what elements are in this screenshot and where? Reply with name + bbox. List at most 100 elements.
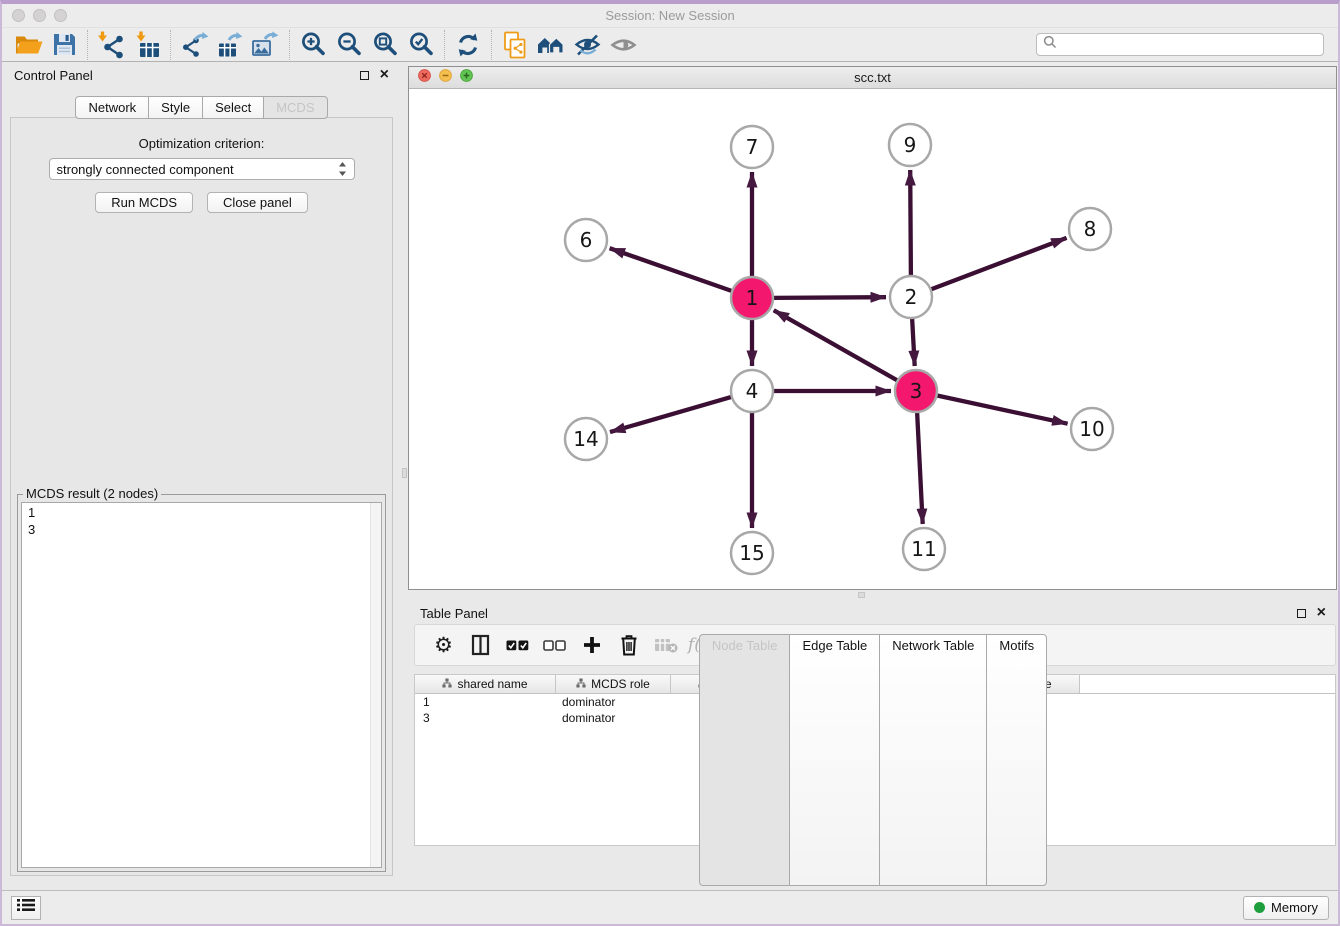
- node-1[interactable]: 1: [731, 277, 773, 319]
- control-panel-title: Control Panel: [14, 68, 93, 83]
- new-network-from-selection-icon[interactable]: [497, 30, 533, 60]
- search-input[interactable]: [1061, 36, 1317, 53]
- svg-text:11: 11: [911, 537, 936, 561]
- show-all-icon[interactable]: [605, 30, 641, 60]
- first-neighbors-icon[interactable]: [533, 30, 569, 60]
- node-14[interactable]: 14: [565, 418, 607, 460]
- float-panel-icon[interactable]: [1297, 609, 1306, 618]
- edge-3-1[interactable]: [774, 310, 898, 380]
- minimize-view-icon[interactable]: [439, 69, 452, 87]
- mcds-result-group: MCDS result (2 nodes) 13: [17, 494, 386, 872]
- svg-text:15: 15: [739, 541, 764, 565]
- minimize-window-icon[interactable]: [33, 9, 46, 22]
- mcds-result-box[interactable]: 13: [21, 502, 382, 868]
- result-scrollbar[interactable]: [370, 503, 381, 867]
- toolbar-separator: [491, 30, 492, 60]
- save-session-icon[interactable]: [46, 30, 82, 60]
- zoom-fit-icon[interactable]: [367, 30, 403, 60]
- application-window: Session: New Session Control Panel × Net…: [0, 0, 1340, 926]
- splitter-handle[interactable]: [858, 592, 865, 598]
- control-panel-tabs: NetworkStyleSelectMCDS: [2, 96, 401, 119]
- node-4[interactable]: 4: [731, 370, 773, 412]
- svg-text:2: 2: [905, 285, 918, 309]
- edge-2-9[interactable]: [910, 170, 911, 276]
- float-panel-icon[interactable]: [360, 71, 369, 80]
- edge-1-2[interactable]: [773, 297, 886, 298]
- tab-edge-table[interactable]: Edge Table: [789, 634, 880, 886]
- network-view-window: scc.txt 7 9 6 8 1 2 4 3 14 10 15 11: [408, 66, 1337, 590]
- svg-text:6: 6: [580, 228, 593, 252]
- edge-3-11[interactable]: [917, 412, 923, 524]
- node-7[interactable]: 7: [731, 126, 773, 168]
- edge-3-10[interactable]: [937, 395, 1068, 423]
- edge-2-8[interactable]: [931, 238, 1067, 290]
- toolbar-separator: [444, 30, 445, 60]
- maximize-window-icon[interactable]: [54, 9, 67, 22]
- hide-selected-icon[interactable]: [569, 30, 605, 60]
- svg-text:1: 1: [746, 286, 759, 310]
- zoom-out-icon[interactable]: [331, 30, 367, 60]
- table-tabs: Node TableEdge TableNetwork TableMotifs: [408, 634, 1338, 886]
- criterion-dropdown-value: strongly connected component: [57, 162, 234, 177]
- tab-network-table[interactable]: Network Table: [879, 634, 987, 886]
- edge-1-6[interactable]: [610, 248, 733, 291]
- table-panel: Table Panel × ⚙f(x) shared nameMCDS role…: [408, 600, 1338, 890]
- tab-mcds[interactable]: MCDS: [263, 96, 327, 119]
- svg-text:9: 9: [904, 133, 917, 157]
- svg-text:8: 8: [1084, 217, 1097, 241]
- close-view-icon[interactable]: [418, 69, 431, 87]
- edge-2-3[interactable]: [912, 318, 915, 366]
- import-network-icon[interactable]: [93, 30, 129, 60]
- svg-text:14: 14: [573, 427, 598, 451]
- node-15[interactable]: 15: [731, 532, 773, 574]
- node-9[interactable]: 9: [889, 124, 931, 166]
- tab-style[interactable]: Style: [148, 96, 203, 119]
- zoom-in-icon[interactable]: [295, 30, 331, 60]
- edge-4-14[interactable]: [610, 397, 732, 432]
- network-window-titlebar: scc.txt: [409, 67, 1336, 89]
- splitter-handle[interactable]: [402, 468, 407, 478]
- close-window-icon[interactable]: [12, 9, 25, 22]
- zoom-selected-icon[interactable]: [403, 30, 439, 60]
- mcds-tab-content: Optimization criterion: strongly connect…: [10, 117, 393, 876]
- window-title: Session: New Session: [2, 8, 1338, 23]
- tab-network[interactable]: Network: [75, 96, 149, 119]
- maximize-view-icon[interactable]: [460, 69, 473, 87]
- criterion-dropdown[interactable]: strongly connected component: [49, 158, 355, 180]
- tab-motifs[interactable]: Motifs: [986, 634, 1047, 886]
- window-traffic-lights: [12, 9, 67, 22]
- export-image-icon[interactable]: [248, 30, 284, 60]
- apply-layout-icon[interactable]: [450, 30, 486, 60]
- import-table-icon[interactable]: [129, 30, 165, 60]
- close-panel-button[interactable]: Close panel: [207, 192, 308, 213]
- node-3[interactable]: 3: [895, 370, 937, 412]
- node-6[interactable]: 6: [565, 219, 607, 261]
- tab-node-table[interactable]: Node Table: [699, 634, 791, 886]
- svg-text:7: 7: [746, 135, 759, 159]
- node-11[interactable]: 11: [903, 528, 945, 570]
- export-table-icon[interactable]: [212, 30, 248, 60]
- open-session-icon[interactable]: [10, 30, 46, 60]
- export-network-icon[interactable]: [176, 30, 212, 60]
- node-2[interactable]: 2: [890, 276, 932, 318]
- table-panel-title: Table Panel: [420, 606, 488, 621]
- chevron-up-down-icon: [338, 161, 347, 177]
- vertical-splitter[interactable]: [401, 62, 408, 890]
- horizontal-splitter[interactable]: [408, 590, 1338, 600]
- tab-select[interactable]: Select: [202, 96, 264, 119]
- toolbar-separator: [289, 30, 290, 60]
- network-window-title: scc.txt: [409, 70, 1336, 85]
- close-panel-icon[interactable]: ×: [380, 69, 389, 81]
- run-mcds-button[interactable]: Run MCDS: [95, 192, 193, 213]
- main-toolbar: [2, 28, 1338, 62]
- task-history-button[interactable]: [11, 896, 41, 920]
- node-8[interactable]: 8: [1069, 208, 1111, 250]
- memory-button[interactable]: Memory: [1243, 896, 1329, 920]
- close-panel-icon[interactable]: ×: [1317, 607, 1326, 619]
- toolbar-separator: [170, 30, 171, 60]
- svg-text:4: 4: [746, 379, 759, 403]
- network-canvas[interactable]: 7 9 6 8 1 2 4 3 14 10 15 11: [409, 89, 1336, 589]
- search-box[interactable]: [1036, 33, 1324, 56]
- svg-text:10: 10: [1079, 417, 1104, 441]
- node-10[interactable]: 10: [1071, 408, 1113, 450]
